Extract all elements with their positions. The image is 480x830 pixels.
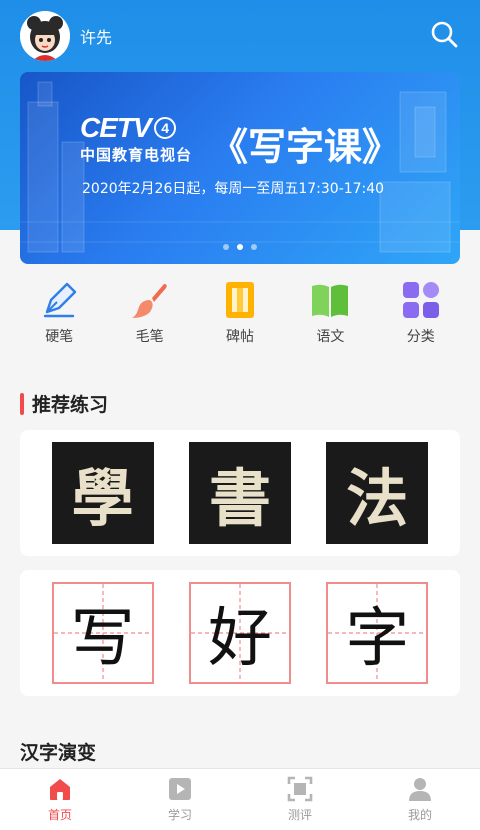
calligraphy-tile-fa[interactable]: 法 <box>326 442 429 544</box>
tab-label: 测评 <box>287 808 312 822</box>
practice-glyph: 好 <box>207 602 272 676</box>
search-icon <box>431 21 458 48</box>
tablet-icon <box>225 282 254 318</box>
fountain-pen-icon <box>43 282 77 318</box>
tab-label: 我的 <box>407 808 432 822</box>
practice-tile-xie[interactable]: 写 <box>51 582 154 684</box>
bottom-tab-bar: 首页 学习 测评 我的 <box>0 768 480 830</box>
top-bar: 许先 <box>0 0 480 72</box>
logo-number: 4 <box>153 117 176 139</box>
tab-mine[interactable]: 我的 <box>385 776 455 823</box>
carousel-dots <box>20 244 460 250</box>
book-icon <box>312 284 349 317</box>
search-button[interactable] <box>428 18 460 50</box>
banner-subtitle: 2020年2月26日起，每周一至周五17:30-17:40 <box>82 181 385 197</box>
logo-text: CETV <box>80 112 152 143</box>
tab-study[interactable]: 学习 <box>145 776 215 823</box>
calligraphy-tile-xue[interactable]: 學 <box>51 442 154 544</box>
carousel-dot-active[interactable] <box>237 244 243 250</box>
category-brush[interactable]: 毛笔 <box>115 280 185 360</box>
evolution-title-text: 汉字演变 <box>20 742 97 764</box>
calligraphy-glyph: 法 <box>346 462 409 535</box>
user-icon <box>409 778 431 801</box>
practice-card: 写 好 字 <box>20 570 460 696</box>
tab-label: 学习 <box>167 808 192 822</box>
grid-category-icon <box>402 282 439 318</box>
category-label: 毛笔 <box>135 329 164 345</box>
category-label: 语文 <box>316 329 345 345</box>
category-sort[interactable]: 分类 <box>386 280 456 360</box>
play-icon <box>169 778 191 800</box>
banner-carousel[interactable]: CETV 4 中国教育电视台 《写字课》 2020年2月26日起，每周一至周五17… <box>20 72 460 264</box>
scan-icon <box>287 776 313 802</box>
recommend-title-text: 推荐练习 <box>32 394 109 416</box>
practice-glyph: 字 <box>345 602 410 676</box>
practice-tile-hao[interactable]: 好 <box>188 582 291 684</box>
category-chinese[interactable]: 语文 <box>295 280 365 360</box>
category-nav: 硬笔 毛笔 碑帖 语文 分类 <box>0 280 480 360</box>
title-accent-bar <box>20 393 24 415</box>
banner-title: 《写字课》 <box>210 124 401 169</box>
practice-glyph: 写 <box>70 602 135 676</box>
category-hard-pen[interactable]: 硬笔 <box>24 280 94 360</box>
calligraphy-glyph: 學 <box>71 462 134 535</box>
category-label: 硬笔 <box>45 329 74 345</box>
category-label: 碑帖 <box>225 329 254 345</box>
avatar-image <box>20 11 70 61</box>
channel-name: 中国教育电视台 <box>80 146 193 164</box>
practice-tile-zi[interactable]: 字 <box>326 582 429 684</box>
calligraphy-card: 學 書 法 <box>20 430 460 556</box>
calligraphy-tile-shu[interactable]: 書 <box>188 442 291 544</box>
tab-home[interactable]: 首页 <box>25 776 95 823</box>
evolution-section-title: 汉字演变 <box>20 738 96 765</box>
tab-label: 首页 <box>47 808 72 822</box>
category-tablet[interactable]: 碑帖 <box>205 280 275 360</box>
user-name[interactable]: 许先 <box>80 24 112 48</box>
carousel-dot[interactable] <box>223 244 229 250</box>
recommend-section-title: 推荐练习 <box>20 390 108 417</box>
brush-icon <box>131 284 167 318</box>
avatar[interactable] <box>20 11 70 61</box>
home-icon <box>50 779 70 800</box>
category-label: 分类 <box>406 329 435 345</box>
calligraphy-glyph: 書 <box>208 462 271 535</box>
carousel-dot[interactable] <box>251 244 257 250</box>
cetv-logo: CETV 4 中国教育电视台 <box>80 112 192 165</box>
tab-assess[interactable]: 测评 <box>265 776 335 823</box>
